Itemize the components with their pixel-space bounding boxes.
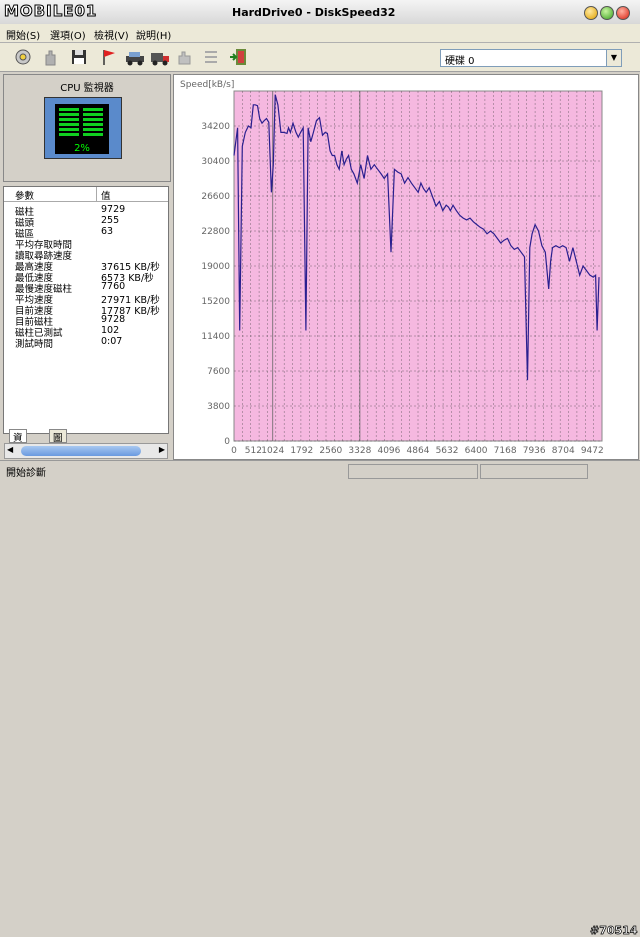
hand-disabled-icon[interactable] (174, 47, 196, 67)
x-tick-label: 1792 (290, 446, 313, 456)
speed-chart-panel: 0 3800 7600 11400 15200 19000 22800 26600 30400 3… (173, 74, 639, 460)
window-title: HardDrive0 - DiskSpeed32 (232, 6, 396, 19)
watermark: #70514 (590, 924, 638, 937)
list-icon[interactable] (200, 47, 222, 67)
table-row: 磁頭 255 (4, 215, 168, 229)
stat-label: 測試時間 (15, 339, 54, 350)
stats-header: 參數 值 (4, 187, 168, 202)
x-tick-label: 2560 (319, 446, 342, 456)
x-tick-label: 5632 (436, 446, 459, 456)
cpu-bars-icon (59, 108, 103, 136)
disk-icon[interactable] (12, 47, 34, 67)
chevron-down-icon[interactable]: ▼ (606, 50, 621, 66)
cpu-meter: 2% (55, 104, 109, 154)
speed-chart: 0 3800 7600 11400 15200 19000 22800 26600 30400 3… (180, 80, 604, 456)
x-tick-label: 1024 (261, 446, 284, 456)
tab-legend[interactable]: 圖例 (49, 429, 67, 458)
y-tick-label: 0 (224, 437, 230, 447)
table-row: 測試時間 0:07 (4, 336, 168, 350)
stats-table: 參數 值 磁柱 9729 磁頭 255 磁區 63 平均存取時間 讀取尋跡速度 最高速… (3, 186, 169, 434)
y-tick-label: 34200 (201, 122, 230, 132)
car-icon[interactable] (124, 47, 146, 67)
stat-value: 102 (101, 325, 120, 336)
table-row: 磁區 63 (4, 226, 168, 240)
y-tick-label: 7600 (207, 367, 230, 377)
close-button[interactable] (616, 6, 630, 20)
table-row: 最高速度 37615 KB/秒 (4, 259, 168, 273)
menu-help[interactable]: 說明(H) (136, 27, 171, 42)
table-row: 最慢速度磁柱 7760 (4, 281, 168, 295)
horizontal-scrollbar[interactable]: ◀ ▶ (4, 443, 168, 459)
status-bar: 開始診斷 #70514 (0, 460, 640, 937)
table-row: 磁柱已測試 102 (4, 325, 168, 339)
drive-select[interactable]: 硬碟 0 ▼ (440, 49, 622, 67)
y-axis-label: Speed[kB/s] (180, 80, 234, 90)
menu-options[interactable]: 選項(O) (50, 27, 86, 42)
table-row: 目前磁柱 9728 (4, 314, 168, 328)
status-text: 開始診斷 (6, 468, 46, 479)
x-tick-label: 4864 (407, 446, 430, 456)
table-row: 平均存取時間 (4, 237, 168, 251)
table-row: 磁柱 9729 (4, 204, 168, 218)
stat-value: 63 (101, 226, 114, 237)
exit-door-icon[interactable] (228, 47, 250, 67)
stat-value: 7760 (101, 281, 126, 292)
y-tick-label: 15200 (201, 297, 230, 307)
x-tick-label: 512 (245, 446, 262, 456)
stat-value: 9728 (101, 314, 126, 325)
stat-value: 0:07 (101, 336, 123, 347)
maximize-button[interactable] (600, 6, 614, 20)
table-row: 最低速度 6573 KB/秒 (4, 270, 168, 284)
status-panel-2 (480, 464, 588, 479)
title-bar: MOBILE01 HardDrive0 - DiskSpeed32 (0, 0, 640, 25)
scroll-right-icon[interactable]: ▶ (159, 445, 165, 454)
x-tick-label: 6400 (465, 446, 488, 456)
scroll-left-icon[interactable]: ◀ (7, 445, 13, 454)
drive-select-value: 硬碟 0 (445, 56, 475, 67)
x-tick-label: 8704 (552, 446, 575, 456)
status-panel-1 (348, 464, 478, 479)
brand-logo: MOBILE01 (3, 2, 98, 21)
table-row: 目前速度 17787 KB/秒 (4, 303, 168, 317)
cpu-percent: 2% (74, 143, 90, 154)
x-tick-label: 3328 (348, 446, 371, 456)
stats-header-param: 參數 (15, 191, 35, 202)
stat-value: 9729 (101, 204, 126, 215)
flag-icon[interactable] (98, 47, 120, 67)
tab-info[interactable]: 資訊 (9, 429, 27, 458)
cpu-monitor: CPU 監視器 2% (3, 74, 171, 182)
y-tick-label: 30400 (201, 157, 230, 167)
truck-icon[interactable] (149, 47, 171, 67)
scroll-thumb[interactable] (21, 446, 141, 456)
y-tick-label: 3800 (207, 402, 230, 412)
cpu-monitor-screen: 2% (44, 97, 122, 159)
menu-bar: 開始(S) 選項(O) 檢視(V) 說明(H) (0, 24, 640, 43)
x-tick-label: 0 (231, 446, 237, 456)
x-tick-label: 7936 (523, 446, 546, 456)
left-panel: CPU 監視器 2% 參數 值 磁柱 9729 磁頭 255 磁區 63 平均存… (3, 74, 171, 458)
y-tick-label: 11400 (201, 332, 230, 342)
stats-header-value: 值 (101, 191, 111, 202)
table-row: 讀取尋跡速度 (4, 248, 168, 262)
menu-view[interactable]: 檢視(V) (94, 27, 129, 42)
y-tick-label: 22800 (201, 227, 230, 237)
save-icon[interactable] (68, 47, 90, 67)
menu-start[interactable]: 開始(S) (6, 27, 40, 42)
cpu-monitor-title: CPU 監視器 (60, 83, 114, 94)
stat-value: 255 (101, 215, 120, 226)
x-tick-label: 7168 (494, 446, 517, 456)
table-row: 平均速度 27971 KB/秒 (4, 292, 168, 306)
x-tick-label: 4096 (377, 446, 400, 456)
y-tick-label: 19000 (201, 262, 230, 272)
hand-icon[interactable] (40, 47, 62, 67)
x-tick-label: 9472 (581, 446, 604, 456)
minimize-button[interactable] (584, 6, 598, 20)
y-tick-label: 26600 (201, 192, 230, 202)
